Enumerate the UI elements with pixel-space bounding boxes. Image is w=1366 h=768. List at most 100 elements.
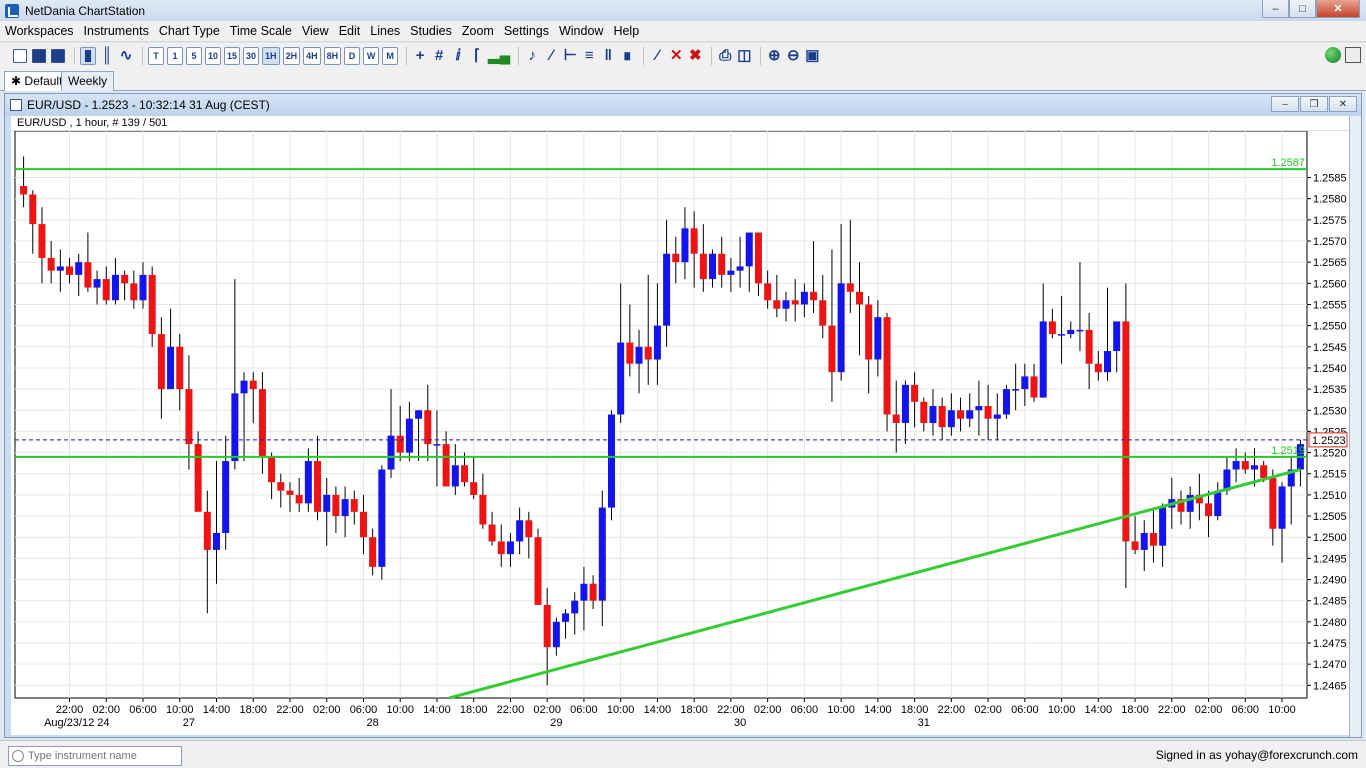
candle-up	[433, 444, 441, 446]
chart-window-titlebar[interactable]: EUR/USD - 1.2523 - 10:32:14 31 Aug (CEST…	[5, 94, 1361, 116]
candle-down	[764, 283, 772, 301]
candle-up	[1250, 465, 1258, 470]
candlestick-chart-button[interactable]: ▮	[80, 47, 96, 65]
trendline-button[interactable]: ∕	[543, 47, 559, 65]
print-button[interactable]: ⎙	[717, 47, 733, 65]
candle-up	[1232, 461, 1240, 470]
timeframe-10-button[interactable]: 10	[205, 47, 222, 65]
info-button[interactable]: ⅈ	[450, 47, 466, 65]
volume-button[interactable]: ▂▄	[488, 47, 510, 65]
timeframe-w-button[interactable]: W	[363, 47, 380, 65]
horizontal-line-button[interactable]: ⊢	[562, 47, 578, 65]
menu-window[interactable]: Window	[554, 21, 608, 42]
timeframe-8h-button[interactable]: 8H	[323, 47, 342, 65]
y-tick-label: 1.2555	[1313, 299, 1347, 311]
menu-workspaces[interactable]: Workspaces	[0, 21, 79, 42]
close-button[interactable]: ✕	[1316, 0, 1360, 18]
panel-toggle-icon[interactable]	[1345, 47, 1361, 63]
y-tick-label: 1.2545	[1313, 342, 1347, 354]
print-preview-button[interactable]: ◫	[736, 47, 752, 65]
x-date-label: 29	[550, 717, 562, 729]
timeframe-30-button[interactable]: 30	[243, 47, 260, 65]
candle-down	[754, 232, 762, 284]
timeframe-15-button[interactable]: 15	[224, 47, 241, 65]
zoom-reset-button[interactable]: ▣	[804, 47, 820, 65]
candle-down	[865, 304, 873, 360]
horizontal-line-icon: ⊢	[563, 47, 577, 64]
save-as-button[interactable]	[50, 47, 66, 65]
candle-down	[589, 583, 597, 601]
candle-down	[102, 279, 110, 301]
timeframe-5-button[interactable]: 5	[186, 47, 202, 65]
timeframe-1-button[interactable]: 1	[167, 47, 183, 65]
timeframe-d-button[interactable]: D	[344, 47, 361, 65]
menu-view[interactable]: View	[297, 21, 334, 42]
timeframe-4h-button[interactable]: 4H	[303, 47, 321, 65]
candle-down	[1260, 465, 1268, 478]
menu-instruments[interactable]: Instruments	[79, 21, 154, 42]
line-chart-button[interactable]: ∿	[118, 47, 134, 65]
draw-tool-button[interactable]: ∕	[649, 47, 665, 65]
channel-button[interactable]: ‖	[600, 47, 616, 65]
candle-up	[240, 380, 248, 394]
fibonacci-button[interactable]: ≡	[581, 47, 597, 65]
crosshair-button[interactable]: +	[412, 47, 428, 65]
x-tick-label: 06:00	[1232, 704, 1260, 716]
menu-studies[interactable]: Studies	[405, 21, 457, 42]
toolbar-separator	[518, 47, 520, 65]
menu-zoom[interactable]: Zoom	[457, 21, 499, 42]
chart-minimize-button[interactable]: –	[1271, 96, 1299, 112]
menu-chart-type[interactable]: Chart Type	[154, 21, 225, 42]
instrument-search[interactable]	[8, 746, 182, 766]
candle-up	[1067, 329, 1075, 335]
timeframe-m-button[interactable]: M	[382, 47, 399, 65]
price-chart[interactable]: 1.2585 1.2580 1.2575 1.2570 1.2565 1.2560 1.25…	[11, 131, 1350, 735]
connection-status-icon	[1325, 47, 1341, 63]
candle-up	[681, 228, 689, 263]
timeframe-1h-button[interactable]: 1H	[262, 47, 280, 65]
menu-settings[interactable]: Settings	[499, 21, 554, 42]
floppy-icon	[32, 49, 46, 63]
menu-help[interactable]: Help	[608, 21, 644, 42]
grid-button[interactable]: #	[431, 47, 447, 65]
timeframe-2h-button[interactable]: 2H	[282, 47, 301, 65]
menu-time-scale[interactable]: Time Scale	[225, 21, 297, 42]
chart-restore-button[interactable]: ❐	[1300, 96, 1328, 112]
bar-chart-button[interactable]: ║	[99, 47, 115, 65]
tab-default[interactable]: ✱ Default	[4, 71, 70, 91]
minimize-button[interactable]: –	[1262, 0, 1289, 18]
candle-up	[947, 410, 955, 428]
toolbar-separator	[74, 47, 75, 65]
candle-up	[745, 232, 753, 267]
menu-edit[interactable]: Edit	[334, 21, 366, 42]
candle-down	[194, 444, 202, 512]
instrument-search-input[interactable]	[28, 750, 178, 762]
tab-weekly[interactable]: Weekly	[61, 71, 115, 91]
zoom-in-button[interactable]: ⊕	[766, 47, 782, 65]
studies-button[interactable]: ⌈	[469, 47, 485, 65]
new-workspace-button[interactable]	[12, 47, 28, 65]
alert-button[interactable]: ♪	[524, 47, 540, 65]
save-button[interactable]	[31, 47, 47, 65]
delete-all-button[interactable]: ✖	[687, 47, 703, 65]
y-tick-label: 1.2520	[1313, 448, 1347, 460]
text-tool-button[interactable]: ∎	[619, 47, 635, 65]
candle-up	[304, 461, 312, 504]
zoom-out-button[interactable]: ⊖	[785, 47, 801, 65]
y-tick-label: 1.2465	[1313, 680, 1347, 692]
y-tick-label: 1.2495	[1313, 553, 1347, 565]
y-tick-label: 1.2550	[1313, 321, 1347, 333]
chart-close-button[interactable]: ✕	[1329, 96, 1357, 112]
vertical-scrollbar[interactable]	[1349, 116, 1361, 737]
delete-line-button[interactable]: ✕	[668, 47, 684, 65]
candle-up	[341, 499, 349, 517]
candle-up	[1159, 507, 1167, 546]
timeframe-t-button[interactable]: T	[148, 47, 164, 65]
y-tick-label: 1.2570	[1313, 236, 1347, 248]
horizontal-line-label: 1.2587	[1271, 157, 1305, 169]
menu-lines[interactable]: Lines	[365, 21, 405, 42]
x-tick-label: 10:00	[827, 704, 855, 716]
x-tick-label: 02:00	[92, 704, 120, 716]
maximize-button[interactable]: □	[1289, 0, 1316, 18]
candle-down	[84, 262, 92, 288]
